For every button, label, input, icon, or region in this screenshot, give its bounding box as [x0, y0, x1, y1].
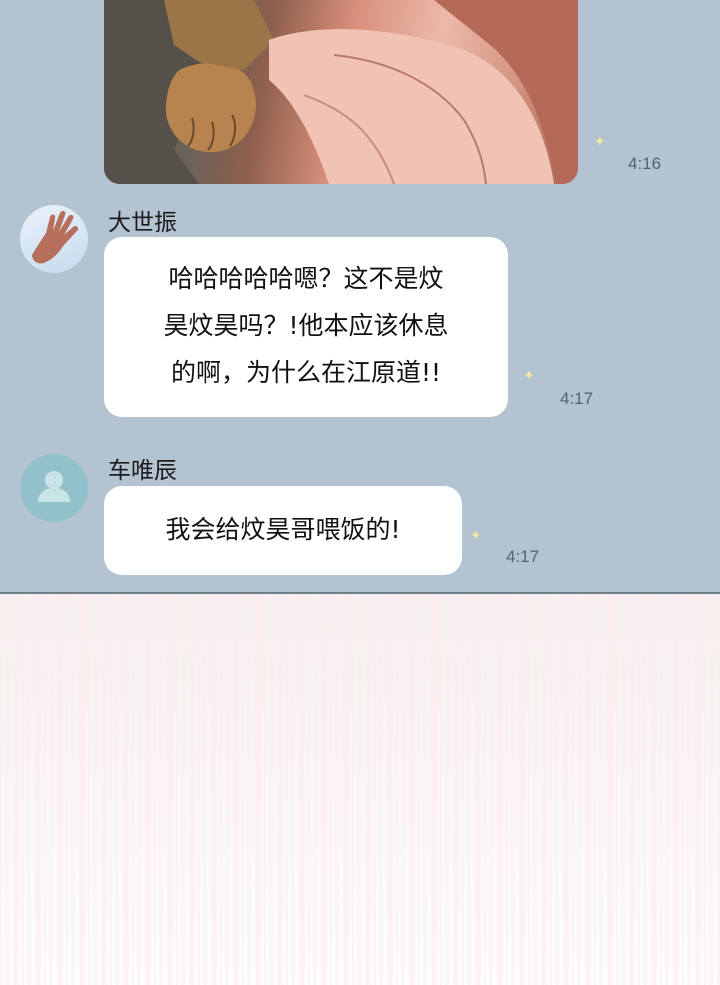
- sparkle-icon: ✦: [470, 528, 482, 544]
- sparkle-icon: ✦: [523, 368, 535, 384]
- message-bubble[interactable]: 哈哈哈哈哈嗯？这不是炆 昊炆昊吗？!他本应该休息 的啊，为什么在江原道!!: [104, 237, 508, 417]
- default-user-avatar[interactable]: [20, 454, 88, 522]
- message-bubble[interactable]: 我会给炆昊哥喂饭的!: [104, 486, 462, 575]
- message-time: 4:17: [506, 547, 540, 566]
- message-line: 我会给炆昊哥喂饭的!: [165, 515, 401, 544]
- hand-photo-avatar[interactable]: [20, 205, 88, 273]
- message-time: 4:16: [628, 154, 662, 173]
- streaked-background-panel: [0, 594, 720, 985]
- chat-area[interactable]: 4:16 ✦ 大世振 哈哈哈哈哈嗯？这不是炆 昊炆昊吗？!他本应该休息 的啊，为…: [0, 0, 720, 594]
- message-time: 4:17: [560, 389, 594, 408]
- photo-illustration: [104, 0, 578, 184]
- user-silhouette-icon: [38, 471, 70, 502]
- sender-name: 车唯辰: [108, 458, 177, 484]
- photo-message[interactable]: [104, 0, 578, 184]
- message-line: 哈哈哈哈哈嗯？这不是炆: [168, 264, 444, 293]
- sparkle-icon: ✦: [594, 134, 606, 150]
- message-line: 的啊，为什么在江原道!!: [170, 358, 442, 387]
- hand-icon: [32, 210, 79, 264]
- sender-name: 大世振: [108, 210, 177, 236]
- message-line: 昊炆昊吗？!他本应该休息: [163, 311, 449, 340]
